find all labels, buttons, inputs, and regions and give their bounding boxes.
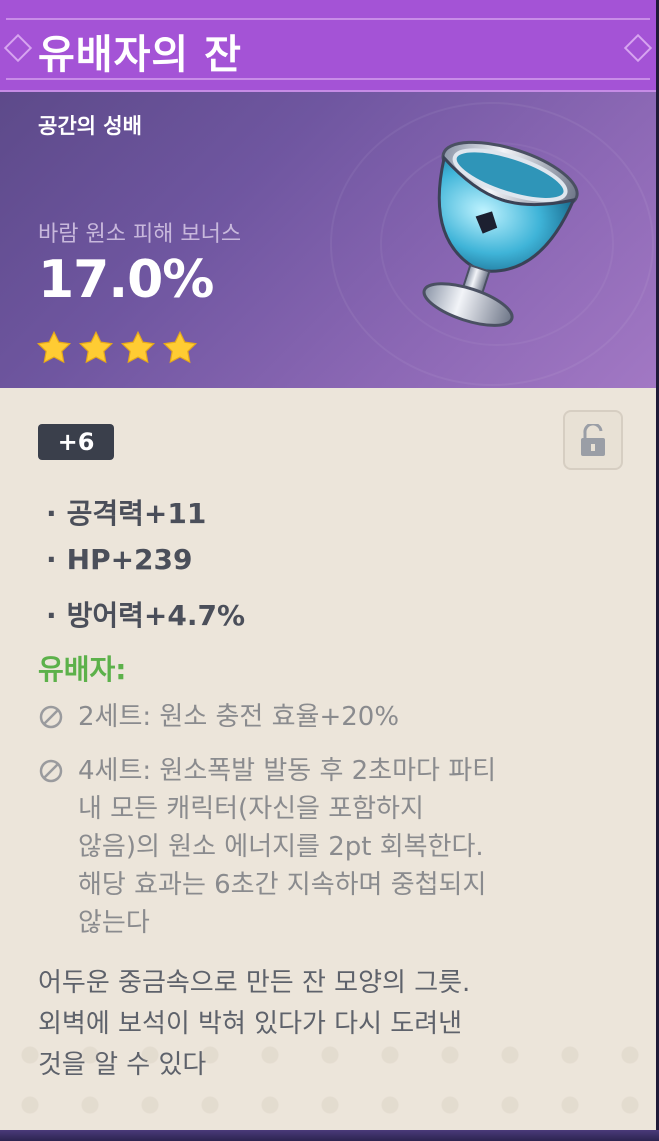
artifact-name: 유배자의 잔	[38, 32, 242, 78]
title-bar: 유배자의 잔	[0, 0, 656, 92]
substat-item: · 공격력+11	[46, 492, 206, 532]
substat-text: 공격력+11	[66, 497, 207, 530]
star-icon	[162, 330, 198, 364]
set-bonus-text: 2세트: 원소 충전 효율+20%	[78, 702, 400, 732]
star-icon	[120, 330, 156, 364]
main-stat-value: 17.0%	[38, 250, 214, 310]
bullet-icon: ·	[46, 497, 57, 530]
bullet-icon: ·	[46, 543, 57, 576]
level-badge: +6	[38, 424, 114, 460]
artifact-detail-card: 유배자의 잔 공간의 성배 바람 원소 피해 보너스 17.0% +6 · 공격…	[0, 0, 656, 1130]
substat-text: 방어력+4.7%	[66, 599, 246, 632]
bullet-icon: ·	[46, 599, 57, 632]
artifact-hero-panel: 공간의 성배 바람 원소 피해 보너스 17.0%	[0, 92, 656, 388]
unlocked-padlock-icon	[581, 424, 605, 456]
set-bonus-2pc: 2세트: 원소 충전 효율+20%	[38, 698, 618, 736]
substat-item: · HP+239	[46, 543, 193, 576]
set-name: 유배자:	[38, 653, 127, 686]
disabled-circle-icon	[39, 759, 63, 783]
substat-text: HP+239	[66, 543, 193, 576]
rarity-stars	[36, 330, 198, 366]
star-icon	[78, 330, 114, 364]
background-ornament	[0, 1030, 656, 1130]
substat-item: · 방어력+4.7%	[46, 594, 245, 634]
lock-toggle-button[interactable]	[563, 410, 623, 470]
goblet-icon	[422, 140, 579, 327]
panel-edge	[0, 1130, 659, 1141]
set-bonus-4pc: 4세트: 원소폭발 발동 후 2초마다 파티 내 모든 캐릭터(자신을 포함하지…	[38, 752, 618, 942]
star-icon	[36, 330, 72, 364]
set-bonus-text: 4세트: 원소폭발 발동 후 2초마다 파티 내 모든 캐릭터(자신을 포함하지…	[78, 756, 497, 938]
disabled-circle-icon	[39, 705, 63, 729]
artifact-slot: 공간의 성배	[38, 114, 142, 138]
main-stat-label: 바람 원소 피해 보너스	[38, 222, 242, 247]
